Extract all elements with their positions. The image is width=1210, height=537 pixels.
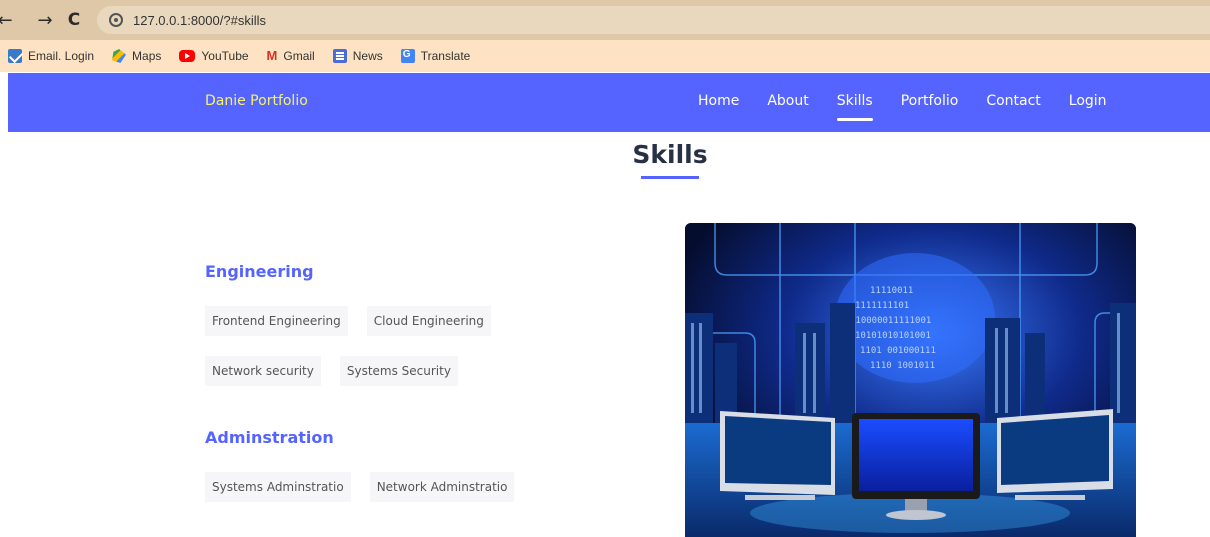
bookmark-maps[interactable]: Maps <box>112 49 161 63</box>
bookmark-youtube[interactable]: YouTube <box>179 49 249 63</box>
forward-arrow-icon[interactable]: → <box>34 9 56 31</box>
bookmark-gmail[interactable]: M Gmail <box>266 48 315 64</box>
bookmark-label: Translate <box>420 49 471 63</box>
skill-tag: Systems Security <box>339 356 458 386</box>
svg-text:11110011: 11110011 <box>870 286 913 296</box>
browser-toolbar: ← → C 127.0.0.1:8000/?#skills <box>0 0 1210 40</box>
bookmarks-bar: Email. Login Maps YouTube M Gmail News T… <box>0 40 1210 72</box>
nav-link-contact[interactable]: Contact <box>986 93 1040 121</box>
address-url[interactable]: 127.0.0.1:8000/?#skills <box>133 13 266 28</box>
svg-text:010000011111001: 010000011111001 <box>850 316 931 326</box>
bookmark-news[interactable]: News <box>332 49 383 63</box>
bookmark-label: Maps <box>132 49 162 63</box>
nav-link-login[interactable]: Login <box>1069 93 1107 121</box>
svg-text:1111111101: 1111111101 <box>855 301 909 311</box>
administration-tags-row-1: Systems Adminstratio Network Adminstrati… <box>205 472 533 502</box>
nav-link-about[interactable]: About <box>767 93 808 121</box>
brand-logo[interactable]: Danie Portfolio <box>205 93 308 109</box>
section-title: Skills <box>632 140 708 169</box>
email-icon <box>8 49 22 63</box>
skill-tag: Network Adminstratio <box>369 472 515 502</box>
tech-city-image: 11110011 1111111101 010000011111001 1010… <box>685 223 1136 537</box>
skill-tag: Frontend Engineering <box>205 306 348 336</box>
news-icon <box>332 49 347 63</box>
bookmark-email-login[interactable]: Email. Login <box>8 49 94 63</box>
engineering-heading: Engineering <box>205 262 314 281</box>
gmail-icon: M <box>266 48 278 63</box>
skill-tag: Network security <box>205 356 321 386</box>
maps-icon <box>112 49 127 63</box>
site-info-icon[interactable] <box>109 13 123 27</box>
administration-heading: Adminstration <box>205 428 334 447</box>
youtube-icon <box>179 50 196 62</box>
skills-illustration: 11110011 1111111101 010000011111001 1010… <box>685 223 1136 537</box>
engineering-tags-row-2: Network security Systems Security <box>205 356 477 386</box>
address-bar[interactable]: 127.0.0.1:8000/?#skills <box>97 6 1210 34</box>
reload-icon[interactable]: C <box>63 9 85 31</box>
back-arrow-icon[interactable]: ← <box>0 9 16 31</box>
svg-text:10101010101001: 10101010101001 <box>855 331 931 341</box>
bookmark-label: Gmail <box>283 49 315 63</box>
bookmark-label: News <box>352 49 383 63</box>
title-underline <box>641 176 699 179</box>
skill-tag: Cloud Engineering <box>366 306 491 336</box>
nav-link-skills[interactable]: Skills <box>836 93 873 121</box>
bookmark-label: YouTube <box>201 49 249 63</box>
skill-tag: Systems Adminstratio <box>205 472 351 502</box>
nav-links: Home About Skills Portfolio Contact Logi… <box>698 93 1135 121</box>
svg-text:1110 1001011: 1110 1001011 <box>870 361 935 371</box>
site-navbar: Danie Portfolio Home About Skills Portfo… <box>8 73 1210 132</box>
engineering-tags-row-1: Frontend Engineering Cloud Engineering <box>205 306 510 336</box>
bookmark-label: Email. Login <box>28 49 95 63</box>
nav-link-home[interactable]: Home <box>698 93 739 121</box>
svg-text:1101 001000111: 1101 001000111 <box>860 346 936 356</box>
translate-icon <box>400 49 415 63</box>
nav-link-portfolio[interactable]: Portfolio <box>901 93 959 121</box>
bookmark-translate[interactable]: Translate <box>400 49 471 63</box>
